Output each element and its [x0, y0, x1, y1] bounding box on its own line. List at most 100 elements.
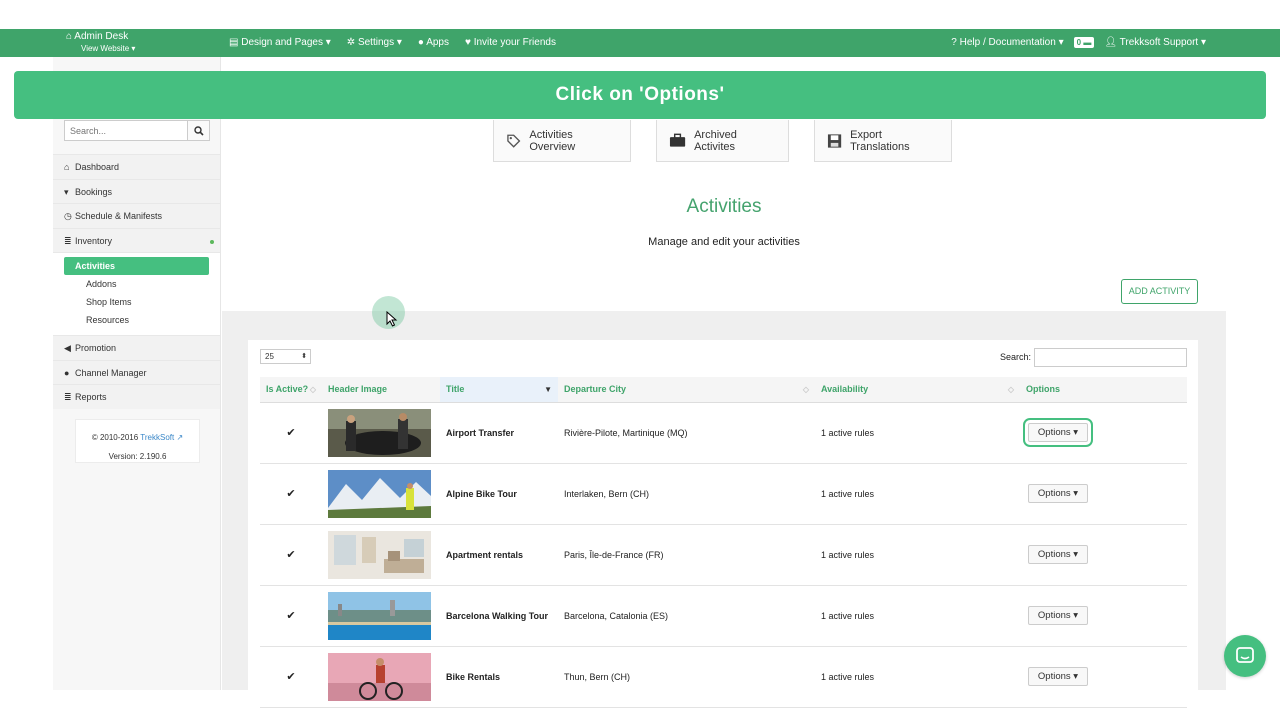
cart-icon: ▾	[64, 186, 69, 197]
chat-widget-button[interactable]	[1224, 635, 1266, 677]
column-header-title[interactable]: Title ▼	[440, 377, 558, 403]
sidebar-item-shop-items[interactable]: Shop Items	[64, 293, 209, 311]
megaphone-icon: ◀	[64, 343, 71, 353]
nav-settings[interactable]: ✲ Settings ▾	[347, 37, 402, 48]
sidebar-item-bookings[interactable]: ▾ Bookings	[53, 178, 220, 203]
options-button[interactable]: Options ▾	[1028, 606, 1088, 625]
nav-design-and-pages[interactable]: ▤ Design and Pages ▾	[229, 37, 331, 48]
options-button[interactable]: Options ▾	[1028, 545, 1088, 564]
search-button[interactable]	[187, 121, 209, 140]
car-photo	[328, 408, 431, 457]
sidebar-item-dashboard[interactable]: ⌂ Dashboard	[53, 154, 220, 179]
table-row: ✔ Apartment rentals Paris, Île-de-France…	[260, 524, 1187, 586]
sort-desc-icon: ▼	[544, 385, 552, 394]
status-dot	[210, 239, 214, 244]
activity-title: Barcelona Walking Tour	[440, 585, 558, 647]
availability: 1 active rules	[815, 402, 1020, 464]
header-image-cell	[322, 585, 440, 647]
gear-icon: ✲	[346, 37, 356, 48]
column-header-header-image: Header Image	[322, 377, 440, 403]
page-length-select[interactable]: 25 ⬍	[260, 349, 311, 364]
sidebar-search-input[interactable]	[65, 121, 187, 140]
caret-down-icon: ▾	[1073, 549, 1079, 560]
table-search-input[interactable]	[1034, 348, 1187, 367]
chat-icon	[1236, 647, 1254, 663]
column-header-availability[interactable]: Availability ◇	[815, 377, 1020, 403]
sidebar-item-schedule[interactable]: ◷ Schedule & Manifests	[53, 203, 220, 228]
column-header-departure-city[interactable]: Departure City ◇	[558, 377, 815, 403]
list-icon: ≣	[64, 235, 72, 246]
nav-invite-friends[interactable]: ♥ Invite your Friends	[465, 37, 556, 48]
departure-city: Barcelona, Catalonia (ES)	[558, 585, 815, 647]
cyclist-photo	[328, 652, 431, 701]
notification-badge[interactable]: 0 ▬	[1073, 37, 1095, 48]
home-icon: ⌂	[66, 31, 73, 42]
table-search-label: Search:	[1000, 352, 1032, 362]
tab-archived-activities[interactable]: Archived Activites	[656, 120, 789, 162]
sidebar-footer: © 2010-2016 TrekkSoft ↗ Version: 2.190.6	[75, 419, 200, 463]
tab-activities-overview[interactable]: Activities Overview	[493, 120, 631, 162]
apps-icon: ●	[417, 37, 424, 48]
main-content: Activities Overview Archived Activites E…	[222, 57, 1226, 708]
options-button[interactable]: Options ▾	[1028, 484, 1088, 503]
sidebar-search	[64, 120, 210, 141]
page-icon: ▤	[229, 37, 239, 48]
brand[interactable]: ⌂ Admin Desk View Website ▾	[66, 31, 135, 55]
mountain-photo	[328, 469, 431, 518]
city-photo	[328, 591, 431, 640]
sidebar-item-inventory[interactable]: ≣ Inventory	[53, 227, 220, 252]
activity-title: Apartment rentals	[440, 524, 558, 586]
active-check-icon: ✔	[260, 585, 322, 647]
sidebar-item-addons[interactable]: Addons	[64, 275, 209, 293]
availability: 1 active rules	[815, 646, 1020, 708]
view-website-link[interactable]: View Website	[81, 44, 129, 53]
availability: 1 active rules	[815, 524, 1020, 586]
column-header-options: Options	[1020, 377, 1187, 403]
column-header-is-active[interactable]: Is Active? ◇	[260, 377, 322, 403]
departure-city: Interlaken, Bern (CH)	[558, 463, 815, 525]
activity-title: Alpine Bike Tour	[440, 463, 558, 525]
caret-down-icon: ▾	[1073, 610, 1079, 621]
sidebar-item-resources[interactable]: Resources	[64, 311, 209, 329]
activity-title: Bike Rentals	[440, 646, 558, 708]
sort-icon: ◇	[1007, 385, 1014, 394]
tab-export-translations[interactable]: Export Translations	[814, 120, 952, 162]
sidebar-item-reports[interactable]: ≣ Reports	[53, 384, 220, 409]
external-link-icon: ↗	[176, 433, 184, 442]
header-image-cell	[322, 463, 440, 525]
nav-apps[interactable]: ● Apps	[418, 37, 449, 48]
options-button[interactable]: Options ▾	[1028, 667, 1088, 686]
table-row: ✔ Airport Transfer Rivière-Pilote, Marti…	[260, 402, 1187, 464]
options-button[interactable]: Options ▾	[1023, 418, 1093, 447]
version-label: Version: 2.190.6	[108, 452, 167, 461]
add-activity-button[interactable]: ADD ACTIVITY	[1121, 279, 1198, 304]
activity-title: Airport Transfer	[440, 402, 558, 464]
instruction-banner: Click on 'Options'	[14, 71, 1266, 119]
active-check-icon: ✔	[260, 646, 322, 708]
inventory-submenu: Activities Addons Shop Items Resources	[53, 252, 220, 335]
departure-city: Rivière-Pilote, Martinique (MQ)	[558, 402, 815, 464]
departure-city: Paris, Île-de-France (FR)	[558, 524, 815, 586]
trekksoft-link[interactable]: TrekkSoft	[140, 433, 174, 442]
sidebar-item-activities[interactable]: Activities	[64, 257, 209, 275]
table-row: ✔ Alpine Bike Tour Interlaken, Bern (CH)…	[260, 463, 1187, 525]
table-row: ✔ Barcelona Walking Tour Barcelona, Cata…	[260, 585, 1187, 647]
header-image-cell	[322, 402, 440, 464]
save-icon	[827, 133, 842, 148]
help-documentation-menu[interactable]: ? Help / Documentation ▾	[951, 37, 1063, 48]
sidebar-item-channel-manager[interactable]: ● Channel Manager	[53, 359, 220, 384]
briefcase-icon	[669, 133, 686, 147]
caret-down-icon: ▾	[1073, 427, 1079, 438]
mouse-cursor-icon	[386, 311, 398, 327]
list-icon: ≣	[64, 392, 72, 402]
sort-icon: ◇	[802, 385, 809, 394]
activities-table-card: 25 ⬍ Search: Is Active? ◇ Header Image Tit…	[248, 340, 1198, 708]
top-navbar: ⌂ Admin Desk View Website ▾ ▤ Design and…	[0, 29, 1280, 57]
home-icon: ⌂	[64, 162, 70, 172]
sidebar-item-promotion[interactable]: ◀ Promotion	[53, 335, 220, 360]
updown-icon: ⬍	[301, 353, 307, 360]
availability: 1 active rules	[815, 585, 1020, 647]
sidebar: ⌂Dashboard ▾Bookings ◷Schedule & Manifes…	[53, 57, 221, 690]
user-menu[interactable]: 👤︎ Trekksoft Support ▾	[1104, 37, 1206, 48]
availability: 1 active rules	[815, 463, 1020, 525]
